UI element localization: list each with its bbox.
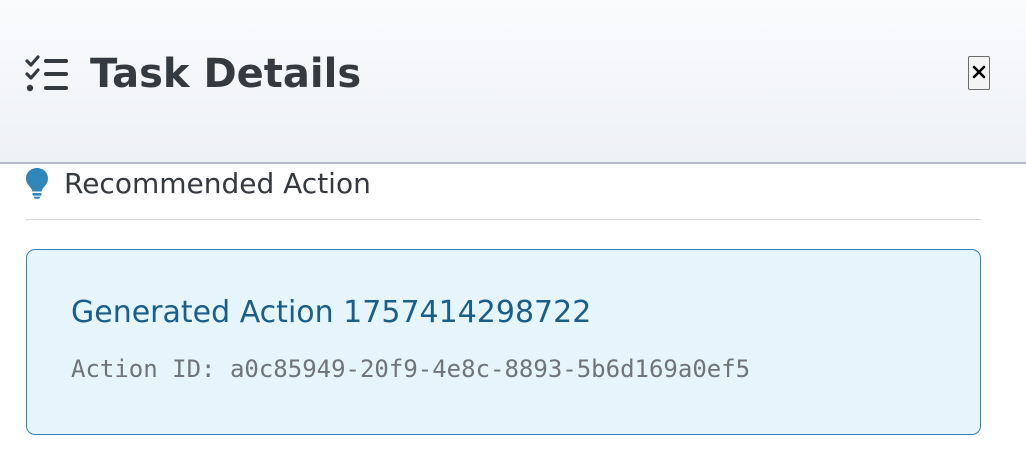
section-divider — [26, 219, 981, 220]
modal-header: Task Details — [0, 0, 1026, 164]
action-title: Generated Action 1757414298722 — [71, 295, 592, 330]
task-list-icon — [24, 54, 70, 94]
page-title: Task Details — [90, 51, 362, 97]
lightbulb-icon — [24, 166, 50, 200]
header-title-group: Task Details — [24, 48, 361, 100]
action-card: Generated Action 1757414298722 Action ID… — [26, 249, 981, 435]
recommended-action-heading: Recommended Action — [24, 163, 371, 203]
section-title: Recommended Action — [64, 166, 371, 200]
action-id: Action ID: a0c85949-20f9-4e8c-8893-5b6d1… — [71, 355, 751, 383]
close-button[interactable] — [968, 56, 990, 90]
close-icon — [972, 64, 986, 83]
